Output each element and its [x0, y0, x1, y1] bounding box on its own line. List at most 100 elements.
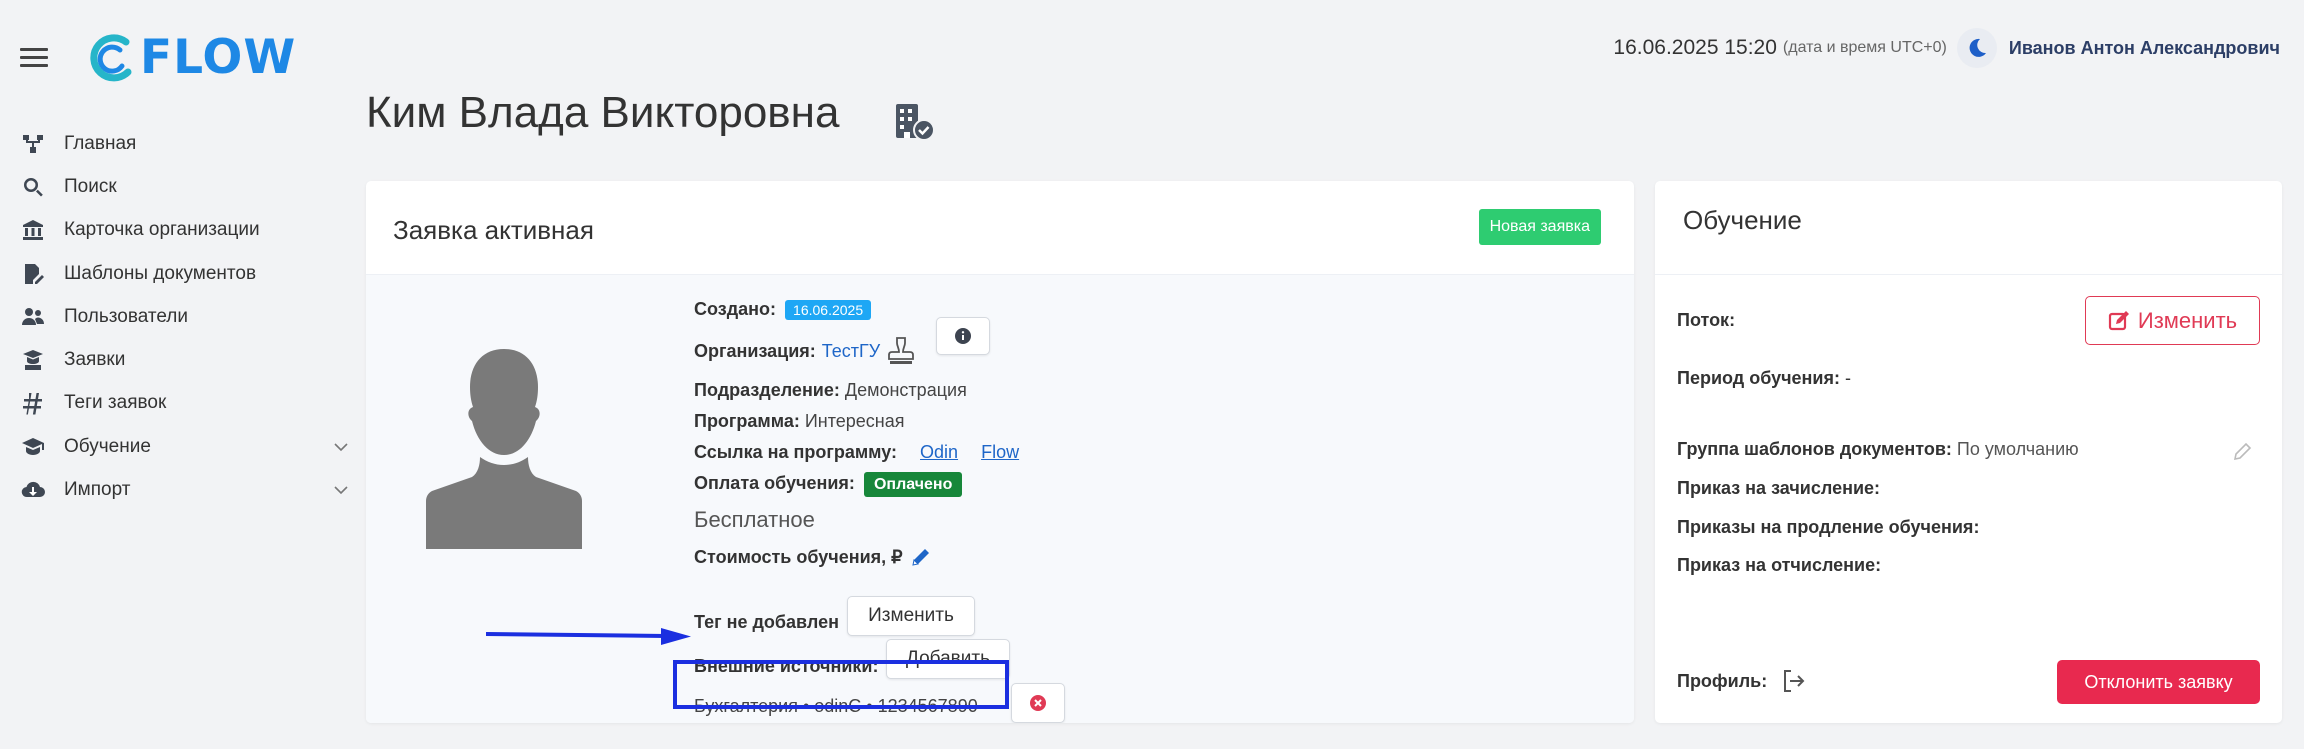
profile-row: Профиль: — [1677, 668, 1807, 694]
sitemap-icon — [20, 131, 46, 157]
division-row: Подразделение: Демонстрация — [694, 380, 967, 401]
sidebar-item-label: Поиск — [64, 175, 117, 197]
extend-orders-row: Приказы на продление обучения: — [1677, 517, 1979, 538]
user-name[interactable]: Иванов Антон Александрович — [2009, 38, 2280, 59]
payment-status-badge: Оплачено — [863, 472, 963, 497]
period-row: Период обучения: - — [1677, 368, 1851, 389]
tag-label: Тег не добавлен — [694, 612, 839, 632]
brand-name: FLOW — [140, 30, 297, 85]
created-label: Создано: — [694, 299, 777, 319]
remove-external-source-button[interactable] — [1011, 683, 1065, 723]
period-label: Период обучения: — [1677, 368, 1840, 388]
sidebar-item-label: Импорт — [64, 479, 131, 501]
program-link-label: Ссылка на программу: — [694, 442, 898, 462]
program-label: Программа: — [694, 411, 800, 431]
building-check-icon — [896, 104, 935, 141]
sidebar-item-tags[interactable]: Теги заявок — [20, 382, 350, 425]
change-stream-label: Изменить — [2137, 307, 2238, 333]
division-label: Подразделение: — [694, 380, 840, 400]
sidebar-item-search[interactable]: Поиск — [20, 165, 350, 208]
payment-row: Оплата обучения: Оплачено — [694, 472, 963, 497]
avatar — [426, 349, 582, 549]
program-link-flow[interactable]: Flow — [981, 442, 1019, 462]
sidebar-item-import[interactable]: Импорт — [20, 468, 350, 511]
cloud-download-icon — [20, 477, 46, 503]
timezone-note: (дата и время UTC+0) — [1782, 39, 1947, 56]
theme-toggle-button[interactable] — [1956, 28, 1997, 68]
bank-icon — [20, 217, 46, 243]
teacher-icon — [20, 347, 46, 373]
application-card-header: Заявка активная Новая заявка — [366, 181, 1634, 275]
sidebar-item-label: Обучение — [64, 435, 151, 457]
users-icon — [20, 304, 46, 330]
chevron-down-icon[interactable] — [332, 481, 350, 499]
sidebar-item-users[interactable]: Пользователи — [20, 295, 350, 338]
menu-toggle-icon[interactable] — [20, 48, 48, 68]
sidebar-item-templates[interactable]: Шаблоны документов — [20, 252, 350, 295]
pencil-icon[interactable] — [909, 545, 933, 569]
reject-application-button[interactable]: Отклонить заявку — [2057, 660, 2260, 704]
sidebar-item-home[interactable]: Главная — [20, 122, 350, 165]
hashtag-icon — [20, 390, 46, 416]
page-title: Ким Влада Викторовна — [366, 88, 840, 137]
payment-label: Оплата обучения: — [694, 473, 855, 493]
program-link-odin[interactable]: Odin — [920, 442, 958, 462]
profile-label: Профиль: — [1677, 670, 1768, 691]
chevron-down-icon[interactable] — [332, 438, 350, 456]
period-value: - — [1845, 368, 1851, 388]
wave-logo-icon — [90, 33, 132, 81]
logo[interactable]: FLOW — [86, 30, 296, 85]
sidebar-item-applications[interactable]: Заявки — [20, 338, 350, 381]
division-value: Демонстрация — [844, 380, 967, 400]
tag-row: Тег не добавлен — [694, 612, 839, 633]
header-bar: 16.06.2025 15:20 (дата и время UTC+0) Ив… — [1613, 28, 2280, 68]
stamp-icon[interactable] — [886, 335, 916, 367]
organization-info-button[interactable] — [936, 317, 990, 355]
change-tag-button[interactable]: Изменить — [847, 596, 975, 636]
cost-label: Стоимость обучения, ₽ — [694, 546, 903, 567]
sidebar-item-label: Главная — [64, 132, 137, 154]
close-circle-icon — [1030, 695, 1046, 711]
program-link-row: Ссылка на программу: Odin Flow — [694, 442, 1019, 463]
sidebar-item-training[interactable]: Обучение — [20, 425, 350, 468]
sidebar-item-organization[interactable]: Карточка организации — [20, 209, 350, 252]
expel-order-row: Приказ на отчисление: — [1677, 555, 1881, 576]
extend-orders-label: Приказы на продление обучения: — [1677, 517, 1980, 537]
organization-link[interactable]: ТестГУ — [822, 341, 880, 362]
annotation-highlight-box — [673, 660, 1009, 709]
sidebar-item-label: Карточка организации — [64, 219, 260, 241]
change-stream-button[interactable]: Изменить — [2085, 296, 2260, 345]
pencil-icon[interactable] — [2232, 440, 2254, 462]
annotation-arrow — [486, 628, 691, 645]
stream-label: Поток: — [1677, 310, 1736, 330]
sidebar-item-label: Теги заявок — [64, 392, 167, 414]
organization-label: Организация: — [694, 340, 816, 361]
enroll-order-row: Приказ на зачисление: — [1677, 478, 1880, 499]
application-card-body: Создано: 16.06.2025 Организация: ТестГУ … — [366, 275, 1634, 723]
enroll-order-label: Приказ на зачисление: — [1677, 478, 1881, 498]
sign-out-icon[interactable] — [1781, 668, 1807, 694]
status-badge: Новая заявка — [1478, 209, 1601, 245]
cost-row: Стоимость обучения, ₽ — [694, 545, 933, 569]
training-card-header: Обучение — [1655, 181, 2282, 275]
application-status-title: Заявка активная — [393, 215, 594, 245]
sidebar-item-label: Пользователи — [64, 305, 189, 327]
sidebar-item-label: Заявки — [64, 349, 126, 371]
file-edit-icon — [20, 261, 46, 287]
templates-value: По умолчанию — [1956, 439, 2079, 459]
search-icon — [20, 174, 46, 200]
created-row: Создано: 16.06.2025 — [694, 299, 872, 320]
sidebar-item-label: Шаблоны документов — [64, 262, 257, 284]
stream-row: Поток: — [1677, 310, 1735, 331]
moon-icon — [1969, 38, 1986, 57]
current-datetime: 16.06.2025 15:20 — [1613, 36, 1777, 59]
payment-type: Бесплатное — [694, 507, 815, 532]
graduation-cap-icon — [20, 434, 46, 460]
info-circle-icon — [955, 328, 971, 344]
created-date-badge: 16.06.2025 — [785, 300, 872, 320]
program-row: Программа: Интересная — [694, 411, 905, 432]
templates-label: Группа шаблонов документов: — [1677, 439, 1952, 459]
training-card: Обучение Поток: Изменить Период обучения… — [1655, 181, 2282, 723]
program-value: Интересная — [804, 411, 905, 431]
expel-order-label: Приказ на отчисление: — [1677, 555, 1882, 575]
